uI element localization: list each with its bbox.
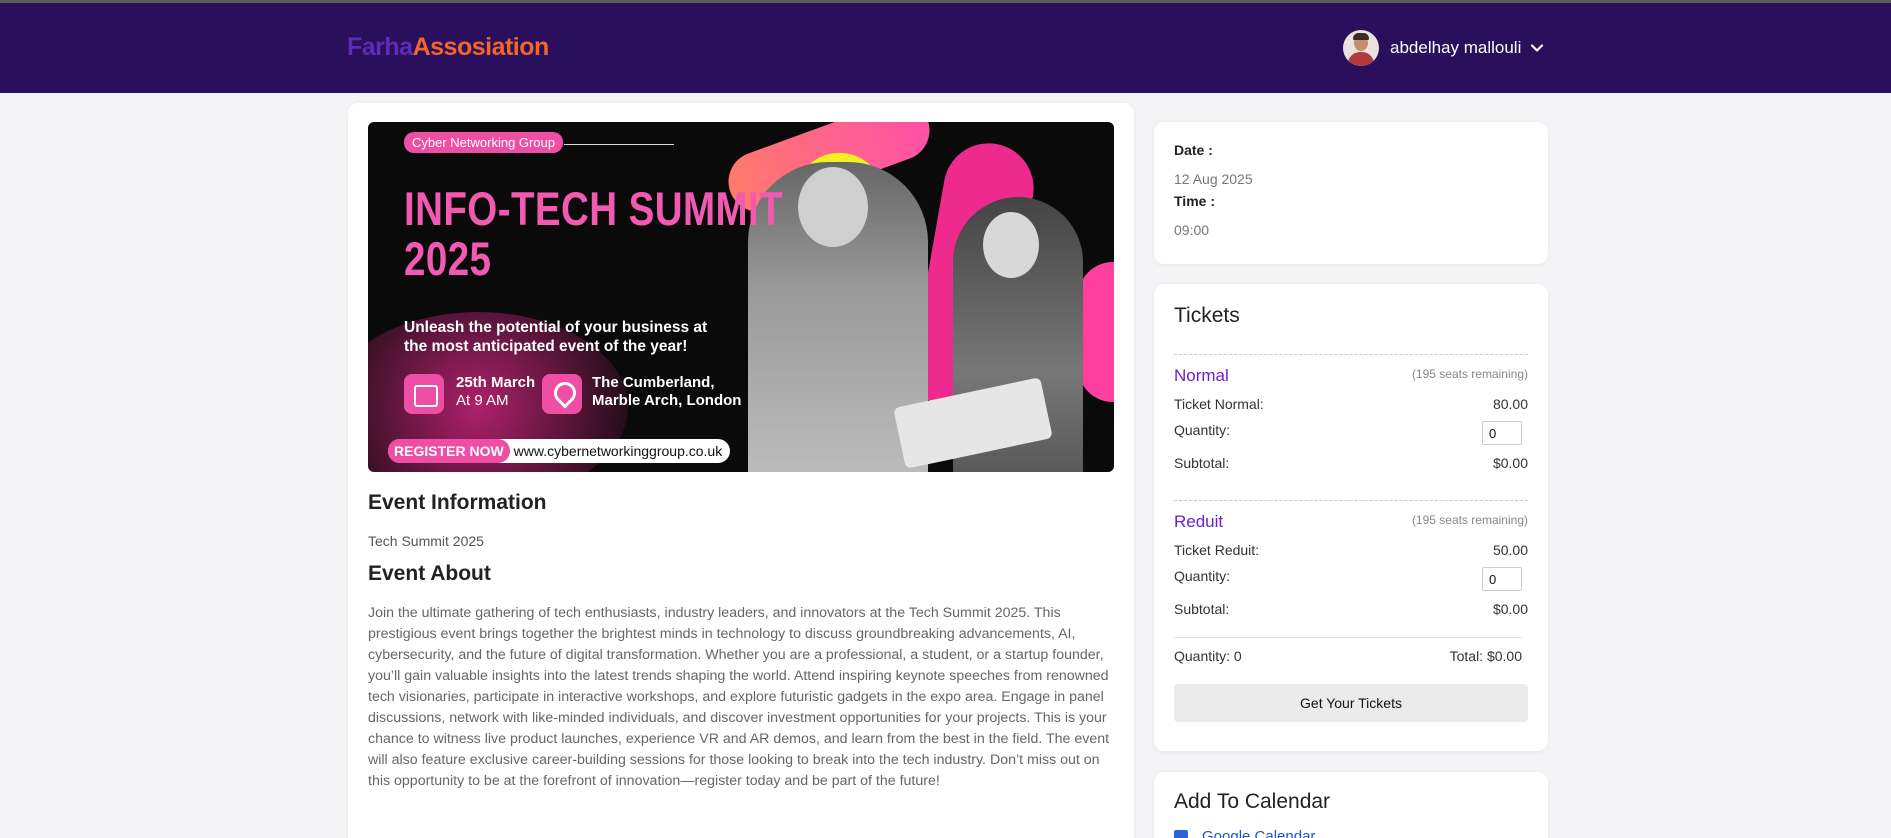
tickets-heading: Tickets: [1174, 304, 1240, 327]
logo-part-2: Assosiation: [412, 33, 550, 61]
event-name: Tech Summit 2025: [368, 533, 484, 549]
total-price: Total: $0.00: [1449, 648, 1522, 664]
chevron-down-icon[interactable]: [1529, 40, 1545, 56]
quantity-label: Quantity:: [1174, 422, 1231, 438]
logo-part-1: Farha: [347, 33, 413, 61]
banner-url: www.cybernetworkinggroup.co.uk: [513, 443, 723, 459]
user-menu[interactable]: abdelhay mallouli: [1343, 30, 1545, 66]
date-time-card: Date : 12 Aug 2025 Time : 09:00: [1154, 122, 1548, 264]
time-value: 09:00: [1174, 222, 1210, 238]
ticket-type-normal: Normal: [1174, 366, 1229, 385]
event-banner-image: Cyber Networking Group INFO-TECH SUMMIT …: [368, 122, 1114, 472]
avatar[interactable]: [1343, 30, 1379, 66]
banner-subtitle: Unleash the potential of your business a…: [404, 319, 708, 355]
get-tickets-button[interactable]: Get Your Tickets: [1174, 684, 1528, 722]
add-to-calendar-heading: Add To Calendar: [1174, 790, 1331, 813]
tickets-card: Tickets Normal (195 seats remaining) Tic…: [1154, 284, 1548, 751]
date-label: Date :: [1174, 142, 1213, 158]
seats-remaining-reduit: (195 seats remaining): [1411, 513, 1528, 527]
top-navbar: FarhaAssosiation abdelhay mallouli: [0, 3, 1891, 93]
ticket-type-reduit: Reduit: [1174, 512, 1224, 531]
calendar-icon: [404, 374, 444, 414]
add-to-calendar-card: Add To Calendar Google Calendar: [1154, 772, 1548, 838]
subtotal-label: Subtotal:: [1174, 601, 1230, 617]
ticket-reduit-price: 50.00: [1492, 542, 1528, 558]
divider: [1174, 637, 1522, 638]
banner-register-label: REGISTER NOW: [388, 439, 510, 463]
event-about-heading: Event About: [368, 562, 491, 585]
date-value: 12 Aug 2025: [1174, 171, 1253, 187]
subtotal-normal: $0.00: [1492, 455, 1528, 471]
ticket-normal-price-label: Ticket Normal:: [1174, 396, 1264, 412]
google-calendar-icon: [1174, 829, 1188, 838]
banner-title: INFO-TECH SUMMIT 2025: [404, 182, 784, 285]
seats-remaining-normal: (195 seats remaining): [1411, 367, 1528, 381]
event-main-card: Cyber Networking Group INFO-TECH SUMMIT …: [348, 103, 1134, 838]
banner-register: REGISTER NOW www.cybernetworkinggroup.co…: [388, 439, 731, 463]
google-calendar-label[interactable]: Google Calendar: [1202, 828, 1315, 838]
ticket-normal-price: 80.00: [1492, 396, 1528, 412]
subtotal-label: Subtotal:: [1174, 455, 1230, 471]
total-quantity: Quantity: 0: [1174, 648, 1242, 664]
location-pin-icon: [542, 374, 582, 414]
time-label: Time :: [1174, 193, 1215, 209]
banner-tag: Cyber Networking Group: [404, 132, 564, 153]
quantity-input-reduit[interactable]: [1482, 567, 1522, 591]
divider: [1174, 500, 1528, 501]
event-about-text: Join the ultimate gathering of tech enth…: [368, 605, 1110, 789]
google-calendar-link[interactable]: Google Calendar: [1174, 828, 1315, 838]
quantity-label: Quantity:: [1174, 568, 1231, 584]
banner-location: The Cumberland, Marble Arch, London: [592, 374, 742, 409]
site-logo[interactable]: FarhaAssosiation: [347, 33, 549, 62]
user-name[interactable]: abdelhay mallouli: [1390, 38, 1521, 58]
divider: [1174, 354, 1528, 355]
quantity-input-normal[interactable]: [1482, 421, 1522, 445]
ticket-reduit-price-label: Ticket Reduit:: [1174, 542, 1260, 558]
banner-date: 25th March At 9 AM: [456, 374, 536, 409]
event-information-heading: Event Information: [368, 491, 547, 514]
subtotal-reduit: $0.00: [1492, 601, 1528, 617]
